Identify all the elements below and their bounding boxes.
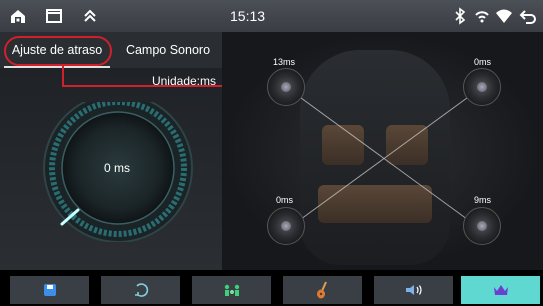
tab-label: Campo Sonoro [125, 43, 211, 57]
listening-position-icon [224, 284, 239, 296]
crown-icon [493, 285, 508, 295]
speaker-front-left-label: 13ms [273, 57, 296, 67]
status-bar: 15:13 [0, 0, 543, 32]
delay-dial[interactable]: 0 ms [32, 93, 208, 243]
clock: 15:13 [230, 8, 266, 24]
annotation-line [62, 66, 64, 86]
guitar-icon [316, 281, 327, 299]
speaker-rear-left-label: 0ms [276, 195, 294, 205]
bottom-toolbar [0, 270, 543, 306]
home-icon[interactable] [8, 6, 28, 26]
instrument-button[interactable] [283, 276, 362, 304]
premium-sound-button[interactable] [461, 276, 540, 304]
reset-icon [134, 283, 148, 297]
speaker-icon [405, 285, 422, 295]
reset-button[interactable] [101, 276, 180, 304]
bluetooth-icon [450, 6, 470, 26]
speaker-rear-left[interactable] [267, 207, 305, 245]
annotation-oval [4, 36, 112, 66]
signal-icon [472, 6, 492, 26]
back-icon[interactable] [518, 6, 538, 26]
tab-sound-field[interactable]: Campo Sonoro [116, 38, 220, 62]
wifi-icon [494, 6, 514, 26]
speaker-rear-right[interactable] [463, 207, 501, 245]
speaker-front-right[interactable] [463, 68, 501, 106]
save-button[interactable] [10, 276, 89, 304]
speaker-rear-right-label: 9ms [474, 195, 492, 205]
speaker-front-left[interactable] [267, 68, 305, 106]
chevron-up-icon[interactable] [80, 6, 100, 26]
speaker-button[interactable] [374, 276, 453, 304]
dial-value: 0 ms [104, 161, 131, 175]
window-icon[interactable] [44, 6, 64, 26]
save-icon [43, 284, 56, 296]
listening-position-button[interactable] [192, 276, 271, 304]
speaker-front-right-label: 0ms [474, 57, 492, 67]
